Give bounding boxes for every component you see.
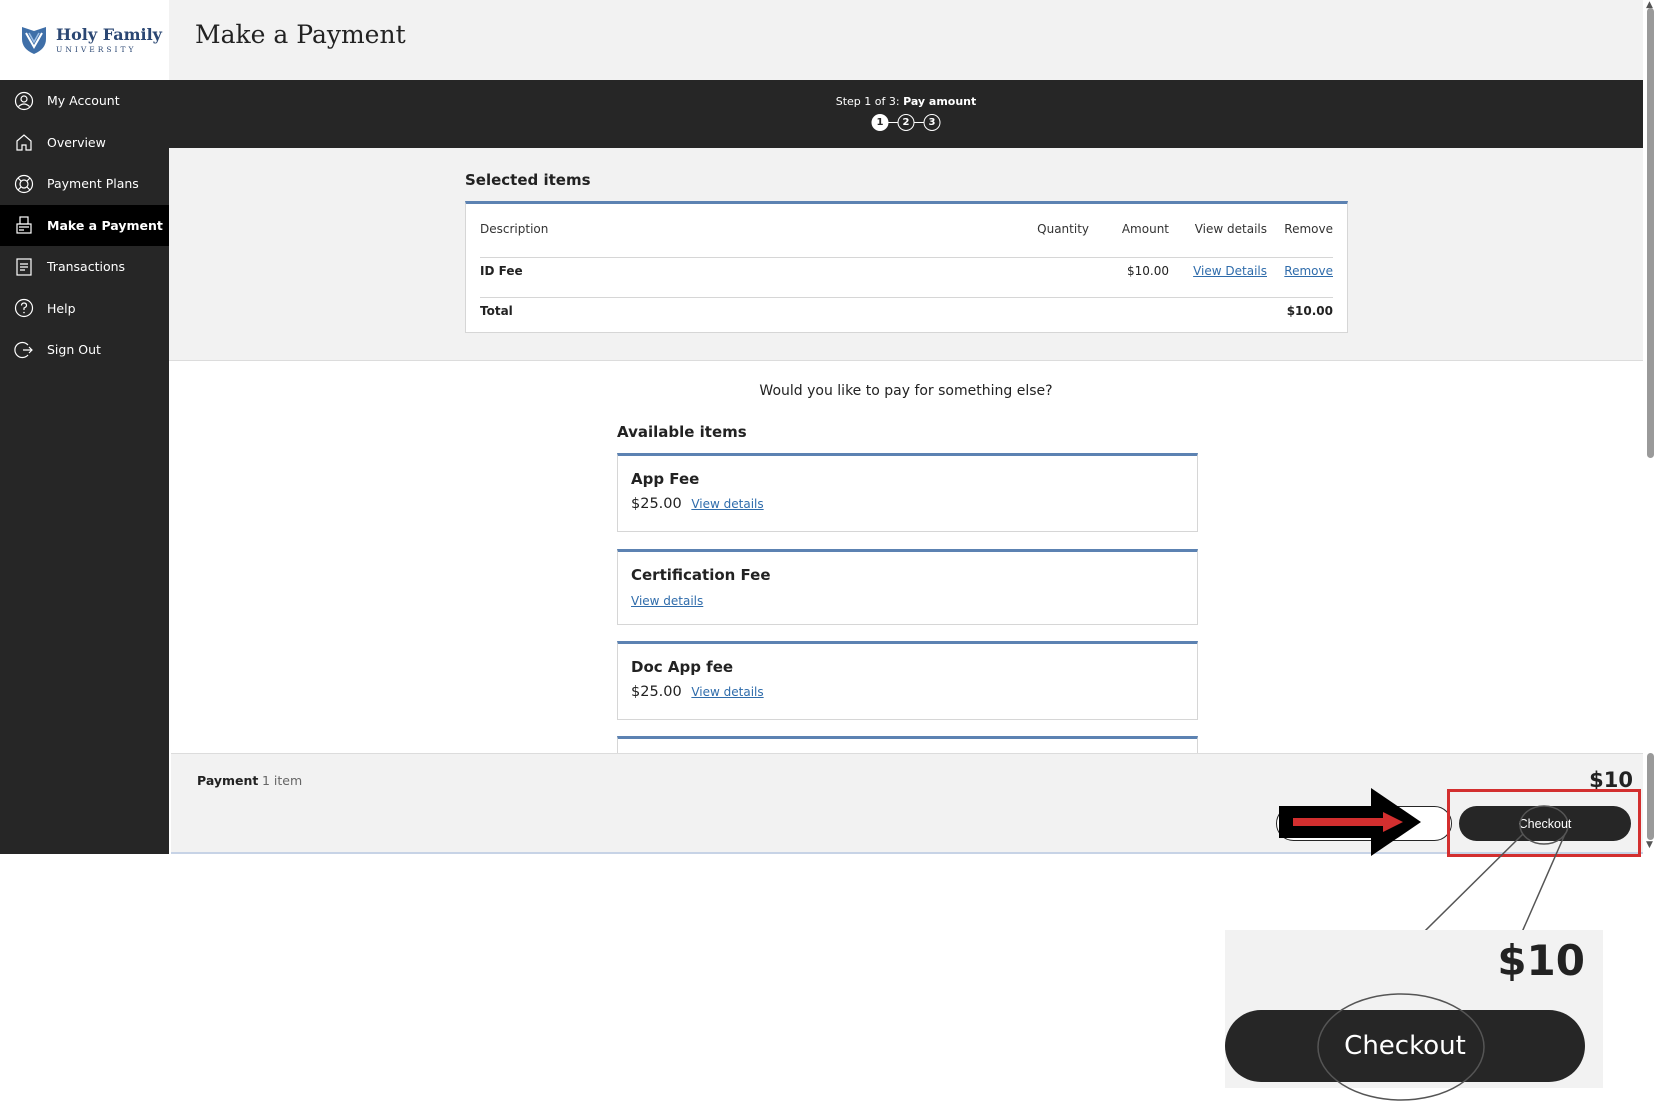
sidebar-item-payment-plans[interactable]: Payment Plans (0, 163, 169, 205)
column-remove: Remove (1284, 221, 1333, 236)
logo-name: Holy Family (56, 24, 162, 44)
payment-item-count: 1 item (262, 773, 303, 788)
checkout-highlight-box (1447, 789, 1641, 857)
pay-something-else-question: Would you like to pay for something else… (759, 383, 1053, 399)
step-indicator: 1 2 3 (871, 114, 941, 131)
sidebar-item-label: Help (47, 300, 76, 316)
pointer-arrow-icon (1279, 788, 1421, 856)
receipt-icon (14, 257, 34, 277)
sidebar-item-transactions[interactable]: Transactions (0, 246, 169, 288)
selected-items-section: Selected items Description Quantity Amou… (169, 148, 1643, 361)
sidebar: My Account Overview Payment Plans Make a… (0, 80, 169, 854)
sidebar-item-label: Overview (47, 134, 106, 150)
remove-link[interactable]: Remove (1284, 264, 1333, 278)
available-items-heading: Available items (617, 423, 747, 441)
available-item-name: Doc App fee (631, 658, 734, 676)
step-connector (888, 121, 898, 124)
view-details-link[interactable]: View details (691, 497, 763, 511)
available-item-card[interactable] (617, 736, 1198, 753)
selected-items-heading: Selected items (465, 171, 591, 189)
step-connector (914, 121, 924, 124)
sidebar-item-label: Make a Payment (47, 217, 163, 233)
scroll-thumb[interactable] (1647, 8, 1654, 458)
sidebar-item-label: My Account (47, 93, 120, 109)
available-item-price: $25.00 (631, 684, 682, 700)
shield-logo-icon (22, 27, 46, 54)
logo-text: Holy Family UNIVERSITY (56, 24, 162, 54)
step-dot-2: 2 (897, 114, 915, 131)
step-text: Step 1 of 3: Pay amount (169, 95, 1643, 108)
zoom-amount: $10 (1497, 936, 1585, 985)
app-root: Holy Family UNIVERSITY Make a Payment My… (0, 0, 1672, 1114)
available-item-price-line: $25.00 View details (631, 496, 1184, 512)
view-details-link[interactable]: View details (631, 594, 703, 608)
page-title: Make a Payment (195, 20, 406, 49)
selected-items-table: Description Quantity Amount View details… (465, 201, 1348, 333)
available-item-card[interactable]: App Fee $25.00 View details (617, 453, 1198, 532)
available-item-price: $25.00 (631, 496, 682, 512)
available-item-price-line: $25.00 View details (631, 684, 1184, 700)
page-header: Make a Payment (169, 0, 1643, 80)
step-dot-1: 1 (871, 114, 889, 131)
table-row: ID Fee $10.00 View Details Remove (480, 256, 1333, 298)
sidebar-item-label: Transactions (47, 259, 126, 275)
total-label: Total (480, 304, 513, 318)
available-item-card[interactable]: Doc App fee $25.00 View details (617, 641, 1198, 720)
payment-label: Payment (197, 773, 259, 788)
step-prefix: Step 1 of 3: (835, 95, 900, 108)
scrollbar[interactable]: ▲ ▼ (1643, 0, 1660, 854)
payment-terminal-icon (14, 215, 34, 235)
view-details-link[interactable]: View details (691, 685, 763, 699)
total-value: $10.00 (1286, 304, 1333, 318)
available-item-card[interactable]: Certification Fee View details (617, 549, 1198, 625)
table-header-row: Description Quantity Amount View details… (480, 216, 1333, 258)
column-amount: Amount (1121, 221, 1169, 236)
scroll-down-icon[interactable]: ▼ (1646, 840, 1653, 850)
sign-out-icon (14, 340, 34, 360)
step-bar: Step 1 of 3: Pay amount 1 2 3 (169, 80, 1643, 148)
column-quantity: Quantity (1037, 221, 1089, 236)
available-items-list: App Fee $25.00 View details Certificatio… (617, 453, 1198, 753)
sidebar-item-label: Payment Plans (47, 176, 139, 192)
step-current-label: Pay amount (903, 95, 977, 108)
sidebar-item-help[interactable]: Help (0, 288, 169, 330)
university-logo[interactable]: Holy Family UNIVERSITY (0, 0, 169, 80)
lifebuoy-icon (14, 174, 34, 194)
column-view-details: View details (1194, 221, 1267, 236)
sidebar-item-label: Sign Out (47, 342, 101, 358)
table-total-row: Total $10.00 (480, 299, 1333, 323)
available-item-name: App Fee (631, 470, 700, 488)
scroll-thumb-secondary[interactable] (1647, 753, 1654, 840)
column-description: Description (480, 221, 549, 236)
help-circle-icon (14, 298, 34, 318)
sidebar-item-overview[interactable]: Overview (0, 122, 169, 164)
row-amount: $10.00 (1127, 263, 1169, 278)
available-item-name: Certification Fee (631, 566, 771, 584)
step-dot-3: 3 (923, 114, 941, 131)
view-details-link[interactable]: View Details (1193, 264, 1267, 278)
user-circle-icon (14, 91, 34, 111)
sidebar-item-my-account[interactable]: My Account (0, 80, 169, 122)
row-description: ID Fee (480, 263, 523, 278)
sidebar-item-sign-out[interactable]: Sign Out (0, 329, 169, 371)
home-icon (14, 132, 34, 152)
logo-sub: UNIVERSITY (56, 44, 137, 54)
sidebar-item-make-a-payment[interactable]: Make a Payment (0, 204, 169, 246)
zoom-callout-panel: $10 Checkout (1225, 930, 1603, 1088)
zoom-checkout-button: Checkout (1225, 1010, 1585, 1082)
